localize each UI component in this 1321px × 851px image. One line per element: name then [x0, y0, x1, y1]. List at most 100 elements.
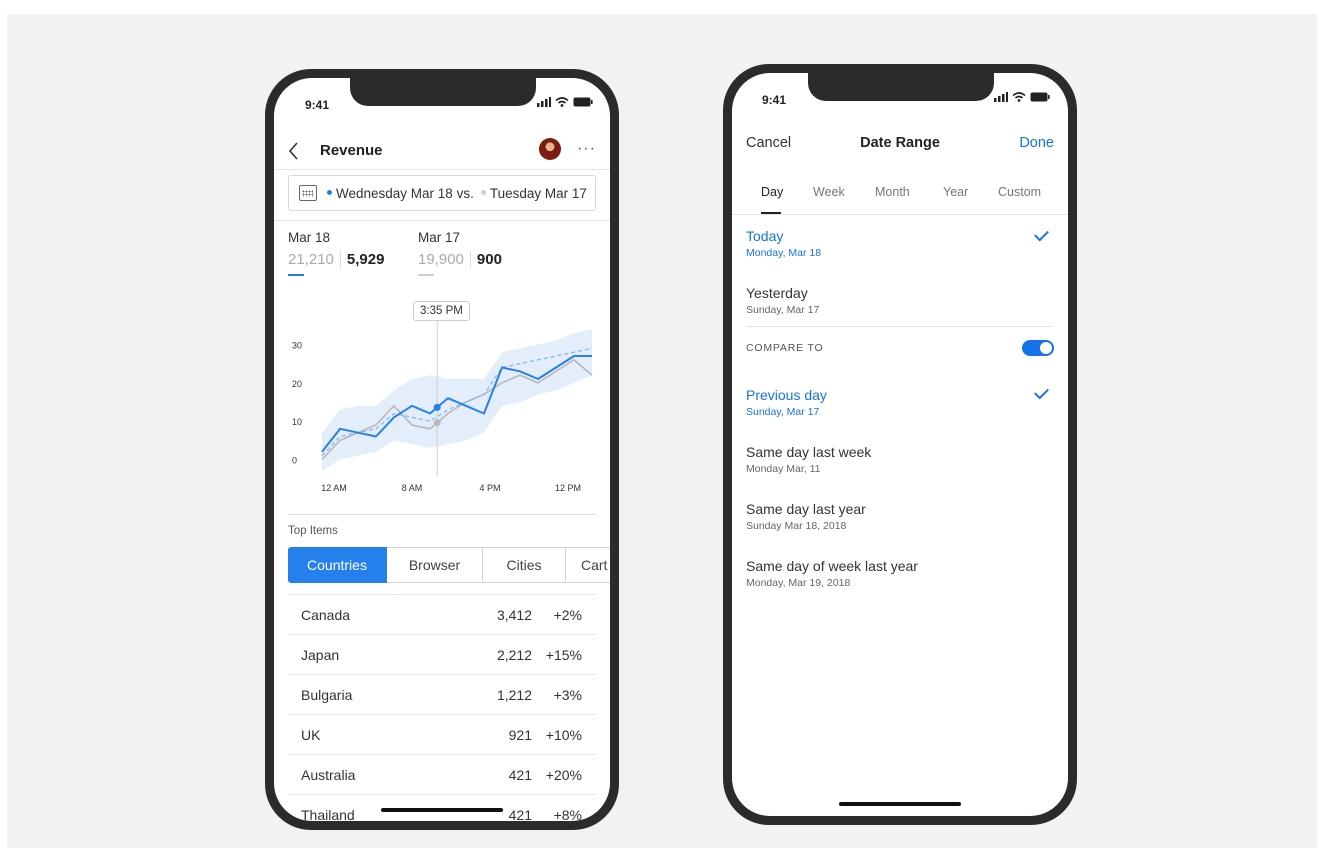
- x-tick-label: 12 AM: [321, 483, 347, 493]
- option-sub: Sunday Mar 18, 2018: [746, 520, 847, 532]
- back-chevron-icon[interactable]: [285, 140, 303, 162]
- checkmark-icon: [1034, 226, 1049, 242]
- tab-week[interactable]: Week: [813, 185, 845, 199]
- signal-icon: [537, 97, 551, 107]
- table-row[interactable]: Japan 2,212 +15%: [288, 634, 596, 674]
- option-same-day-last-year[interactable]: Same day last year Sunday Mar 18, 2018: [746, 501, 866, 532]
- calendar-icon: [299, 185, 317, 201]
- row-name: UK: [301, 726, 321, 743]
- date-compare-wrap: Tuesday Mar 17: [480, 185, 587, 201]
- divider: [746, 326, 1052, 327]
- done-button[interactable]: Done: [1019, 135, 1054, 151]
- confidence-band: [322, 329, 592, 471]
- x-tick-label: 8 AM: [402, 483, 423, 493]
- period-tabs: Day Week Month Year Custom: [732, 185, 1068, 215]
- tab-browser[interactable]: Browser: [387, 547, 483, 583]
- battery-icon: [1030, 92, 1050, 102]
- option-label: Yesterday: [746, 285, 808, 301]
- divider: [288, 514, 596, 515]
- date-range-selector[interactable]: Wednesday Mar 18 vs. Tuesday Mar 17: [288, 175, 596, 211]
- row-name: Canada: [301, 606, 351, 623]
- device-notch: [350, 78, 536, 106]
- row-name: Australia: [301, 766, 356, 783]
- option-label: Previous day: [746, 387, 827, 403]
- row-change: +8%: [553, 806, 582, 822]
- wifi-icon: [555, 97, 569, 107]
- chart-tooltip: 3:35 PM: [413, 301, 470, 321]
- primary-dot-icon: [327, 190, 332, 196]
- option-yesterday[interactable]: Yesterday Sunday, Mar 17: [746, 285, 819, 316]
- active-tab-indicator: [761, 212, 781, 214]
- device-notch: [808, 73, 994, 101]
- option-label: Same day of week last year: [746, 558, 918, 574]
- signal-icon: [994, 92, 1008, 102]
- option-sub: Monday, Mar 18: [746, 247, 822, 259]
- home-indicator[interactable]: [381, 808, 503, 812]
- option-label: Same day last week: [746, 444, 872, 460]
- home-indicator[interactable]: [839, 802, 961, 806]
- series-swatch-current: [288, 274, 304, 276]
- top-items-label: Top Items: [288, 525, 338, 537]
- option-same-day-last-week[interactable]: Same day last week Monday Mar, 11: [746, 444, 871, 475]
- row-change: +20%: [545, 766, 582, 783]
- date-primary-wrap: Wednesday Mar 18 vs.: [327, 186, 474, 201]
- tab-cities[interactable]: Cities: [483, 547, 566, 583]
- phone-revenue: 9:41 Revenue ··· Wednesday Mar 18 vs. Tu…: [265, 69, 619, 830]
- metric-primary[interactable]: Mar 18 21,210 5,929: [288, 230, 384, 276]
- row-value: 3,412: [496, 606, 532, 623]
- date-compare: Tuesday Mar 17: [489, 185, 587, 201]
- revenue-screen: 9:41 Revenue ··· Wednesday Mar 18 vs. Tu…: [274, 78, 610, 821]
- status-icons: [994, 92, 1050, 102]
- option-same-day-of-week-last-year[interactable]: Same day of week last year Monday, Mar 1…: [746, 558, 918, 589]
- date-primary: Wednesday Mar 18 vs.: [336, 185, 474, 201]
- compare-to-label: COMPARE TO: [746, 342, 824, 354]
- tab-month[interactable]: Month: [875, 185, 910, 199]
- battery-icon: [573, 97, 593, 107]
- option-label: Today: [746, 228, 784, 244]
- metric-date: Mar 17: [418, 230, 461, 245]
- option-sub: Sunday, Mar 17: [746, 406, 820, 418]
- status-time: 9:41: [762, 93, 787, 107]
- tab-year[interactable]: Year: [943, 185, 968, 199]
- metric-value: 5,929: [346, 251, 385, 268]
- more-icon[interactable]: ···: [577, 140, 596, 158]
- status-time: 9:41: [305, 98, 330, 112]
- status-icons: [537, 97, 593, 107]
- revenue-line-chart[interactable]: 30 20 10 0 12 AM 8 AM 4 PM 12 PM: [274, 313, 610, 493]
- metric-values: 19,900 900: [418, 251, 502, 268]
- avatar[interactable]: [539, 138, 561, 160]
- date-range-screen: 9:41 Date Range Cancel Done Day Week Mon…: [732, 73, 1068, 816]
- cancel-button[interactable]: Cancel: [746, 135, 791, 151]
- table-row[interactable]: UK 921 +10%: [288, 714, 596, 754]
- option-sub: Sunday, Mar 17: [746, 304, 820, 316]
- table-row[interactable]: Bulgaria 1,212 +3%: [288, 674, 596, 714]
- tab-custom[interactable]: Custom: [998, 185, 1041, 199]
- row-name: Japan: [301, 646, 340, 663]
- row-name: Bulgaria: [301, 686, 353, 703]
- option-sub: Monday, Mar 19, 2018: [746, 577, 851, 589]
- tab-countries[interactable]: Countries: [288, 547, 387, 583]
- revenue-header: Revenue ···: [274, 134, 610, 170]
- metric-date: Mar 18: [288, 230, 331, 245]
- compare-toggle[interactable]: [1022, 340, 1054, 356]
- checkmark-icon: [1034, 384, 1049, 400]
- row-change: +15%: [545, 646, 582, 663]
- presentation-background: 9:41 Revenue ··· Wednesday Mar 18 vs. Tu…: [7, 14, 1317, 848]
- phone-date-range: 9:41 Date Range Cancel Done Day Week Mon…: [723, 64, 1077, 825]
- option-previous-day[interactable]: Previous day Sunday, Mar 17: [746, 387, 827, 418]
- y-tick-label: 0: [292, 456, 297, 466]
- metric-prev-value: 21,210: [288, 251, 341, 268]
- row-value: 921: [508, 726, 532, 743]
- option-today[interactable]: Today Monday, Mar 18: [746, 228, 821, 259]
- row-value: 1,212: [496, 686, 532, 703]
- wifi-icon: [1012, 92, 1026, 102]
- highlight-point-previous: [433, 419, 441, 427]
- tab-cart[interactable]: Cart: [566, 547, 610, 583]
- y-tick-label: 30: [292, 341, 302, 351]
- table-row[interactable]: Canada 3,412 +2%: [288, 594, 596, 634]
- metric-compare[interactable]: Mar 17 19,900 900: [418, 230, 502, 276]
- tab-day[interactable]: Day: [761, 185, 783, 199]
- page-title: Revenue: [320, 142, 383, 159]
- table-row[interactable]: Australia 421 +20%: [288, 754, 596, 794]
- highlight-point-current: [433, 403, 441, 411]
